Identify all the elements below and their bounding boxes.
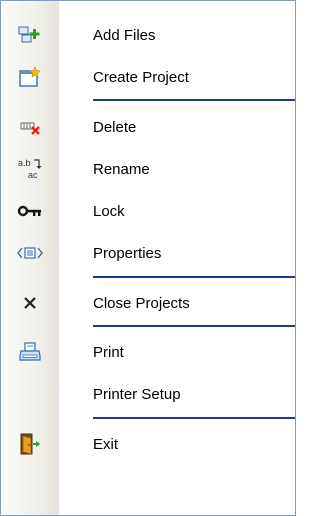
- menu-item-printer-setup[interactable]: Printer Setup: [1, 373, 295, 415]
- menu-item-create-project[interactable]: Create Project: [1, 56, 295, 98]
- menu-item-label: Add Files: [93, 26, 156, 44]
- menu-item-label: Lock: [93, 202, 125, 220]
- menu-item-label: Printer Setup: [93, 385, 181, 403]
- create-project-icon: [1, 56, 59, 98]
- menu-separator: [93, 99, 295, 101]
- exit-door-icon: [1, 423, 59, 465]
- menu-item-delete[interactable]: Delete: [1, 106, 295, 148]
- menu-item-label: Rename: [93, 160, 150, 178]
- rename-icon: a.b ac: [1, 148, 59, 190]
- menu-item-exit[interactable]: Exit: [1, 423, 295, 465]
- svg-text:a.b: a.b: [18, 158, 31, 168]
- menu-item-label: Print: [93, 343, 124, 361]
- menu-item-label: Delete: [93, 118, 137, 136]
- menu-item-close-projects[interactable]: Close Projects: [1, 282, 295, 324]
- menu-item-label: Create Project: [93, 68, 189, 86]
- printer-icon: [1, 331, 59, 373]
- menu-item-label: Properties: [93, 244, 162, 262]
- menu-item-label: Close Projects: [93, 294, 190, 312]
- add-files-icon: [1, 14, 59, 56]
- menu-item-lock[interactable]: Lock: [1, 190, 295, 232]
- properties-icon: [1, 232, 59, 274]
- lock-key-icon: [1, 190, 59, 232]
- context-menu: Add Files Create Project Delete a.b ac R…: [0, 0, 296, 516]
- menu-separator: [93, 325, 295, 327]
- menu-item-label: Exit: [93, 435, 119, 453]
- delete-icon: [1, 106, 59, 148]
- menu-item-properties[interactable]: Properties: [1, 232, 295, 274]
- menu-separator: [93, 276, 295, 278]
- svg-text:ac: ac: [28, 170, 38, 180]
- menu-item-rename[interactable]: a.b ac Rename: [1, 148, 295, 190]
- printer-setup-icon-slot: [1, 373, 59, 415]
- menu-item-print[interactable]: Print: [1, 331, 295, 373]
- menu-item-add-files[interactable]: Add Files: [1, 14, 295, 56]
- menu-separator: [93, 417, 295, 419]
- close-icon: [1, 282, 59, 324]
